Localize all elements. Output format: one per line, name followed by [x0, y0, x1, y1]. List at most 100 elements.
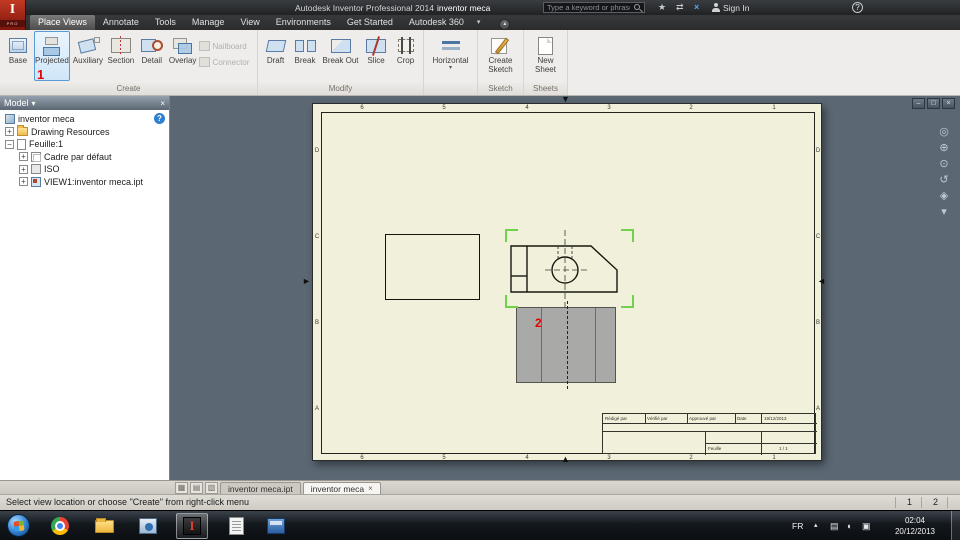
- show-desktop-button[interactable]: [951, 511, 960, 540]
- auxiliary-button[interactable]: Auxiliary: [72, 31, 104, 81]
- tab-place-views[interactable]: Place Views: [30, 15, 95, 30]
- hidden-icons-chevron-icon[interactable]: ▴: [814, 521, 818, 531]
- crop-button[interactable]: Crop: [392, 31, 419, 81]
- sign-in-button[interactable]: Sign In: [712, 2, 749, 13]
- ribbon-group-sheets: New Sheet Sheets: [524, 30, 568, 95]
- windows-flag-icon: [13, 520, 24, 531]
- orbit-icon[interactable]: ↺: [939, 175, 948, 186]
- expand-plus-icon[interactable]: +: [19, 177, 28, 187]
- chevron-down-icon[interactable]: ▾: [472, 15, 486, 30]
- tab-tools[interactable]: Tools: [147, 15, 184, 30]
- draft-button[interactable]: Draft: [262, 31, 289, 81]
- expand-plus-icon[interactable]: +: [19, 152, 28, 162]
- title-block: Rédigé par Vérifié par Approuvé par Date…: [602, 413, 817, 455]
- doc-restore-icon[interactable]: □: [927, 98, 940, 109]
- break-button[interactable]: Break: [291, 31, 319, 81]
- ribbon-minimize-icon[interactable]: ▴: [499, 19, 511, 30]
- slice-icon: [363, 36, 389, 56]
- base-button[interactable]: Base: [4, 31, 32, 81]
- zoom-icon[interactable]: ⊙: [939, 159, 948, 170]
- search-input[interactable]: [543, 2, 645, 13]
- slice-button[interactable]: Slice: [362, 31, 390, 81]
- folder-icon: [17, 125, 28, 137]
- tab-get-started[interactable]: Get Started: [339, 15, 401, 30]
- horizontal-button[interactable]: Horizontal ▾: [428, 31, 473, 81]
- start-button[interactable]: [7, 514, 30, 537]
- new-sheet-button[interactable]: New Sheet: [528, 31, 563, 81]
- expand-plus-icon[interactable]: +: [19, 164, 28, 174]
- tree-item-drawing-resources[interactable]: + Drawing Resources: [0, 125, 169, 139]
- doc-close-icon[interactable]: ×: [942, 98, 955, 109]
- favorites-star-icon[interactable]: ★: [658, 2, 666, 13]
- overlay-button[interactable]: Overlay: [168, 31, 198, 81]
- browser-title: Model: [4, 98, 29, 108]
- detail-button[interactable]: Detail: [138, 31, 166, 81]
- title-block-label: Rédigé par: [605, 416, 628, 421]
- browser-close-icon[interactable]: ×: [160, 99, 165, 108]
- break-out-button[interactable]: Break Out: [321, 31, 360, 81]
- tile-views-icon[interactable]: ▤: [190, 482, 203, 494]
- taskbar-window-button[interactable]: [260, 513, 292, 539]
- tab-annotate[interactable]: Annotate: [95, 15, 147, 30]
- title-block-label: Approuvé par: [689, 416, 717, 421]
- model-browser-panel: Model ▾ × ? inventor meca + Drawing Reso…: [0, 96, 170, 480]
- projected-view-preview[interactable]: [516, 307, 616, 383]
- app-logo: I PRO: [0, 0, 26, 30]
- doc-minimize-icon[interactable]: –: [912, 98, 925, 109]
- pan-icon[interactable]: ⊕: [939, 143, 948, 154]
- zone-label: D: [314, 148, 320, 154]
- collapse-minus-icon[interactable]: −: [5, 139, 14, 149]
- tree-item-view1[interactable]: + VIEW1:inventor meca.ipt: [0, 176, 169, 189]
- front-view-drawing[interactable]: [501, 228, 636, 312]
- taskbar-media-button[interactable]: [132, 513, 164, 539]
- language-indicator[interactable]: FR: [792, 521, 803, 531]
- browser-help-icon[interactable]: ?: [154, 113, 165, 124]
- steering-wheel-icon[interactable]: ◎: [939, 127, 949, 138]
- tray-icon-2[interactable]: ◖: [846, 521, 851, 531]
- tab-view[interactable]: View: [232, 15, 267, 30]
- title-block-icon: [31, 164, 41, 175]
- selection-bracket-icon: [505, 295, 518, 308]
- tab-environments[interactable]: Environments: [268, 15, 339, 30]
- look-at-icon[interactable]: ◈: [940, 191, 948, 202]
- nailboard-icon: [198, 41, 210, 51]
- tab-manage[interactable]: Manage: [184, 15, 233, 30]
- search-icon[interactable]: [634, 4, 640, 10]
- tree-item-document[interactable]: inventor meca: [0, 113, 169, 126]
- tree-item-iso[interactable]: + ISO: [0, 163, 169, 176]
- cascade-views-icon[interactable]: ▧: [205, 482, 218, 494]
- status-bar: Select view location or choose "Create" …: [0, 494, 960, 510]
- dropdown-icon[interactable]: ▾: [429, 65, 472, 71]
- taskbar-explorer-button[interactable]: [88, 513, 120, 539]
- exchange-icon[interactable]: ⇄: [676, 2, 684, 13]
- nailboard-button: Nailboard: [198, 38, 254, 54]
- drawing-sheet[interactable]: 6 5 4 3 2 1 6 5 4 3 2 1 D C B A D C B A …: [302, 95, 826, 464]
- taskbar-clock[interactable]: 02:04 20/12/2013: [886, 515, 944, 537]
- taskbar-inventor-button[interactable]: I: [176, 513, 208, 539]
- tab-autodesk-360[interactable]: Autodesk 360: [401, 15, 472, 30]
- model-tree: inventor meca + Drawing Resources − Feui…: [0, 110, 169, 188]
- center-mark-bottom-icon: ▲: [561, 454, 570, 464]
- tray-volume-icon[interactable]: ▣: [862, 521, 871, 531]
- taskbar-document-button[interactable]: [220, 513, 252, 539]
- media-player-icon: [139, 518, 157, 534]
- arrange-views-icon[interactable]: ▦: [175, 482, 188, 494]
- inventor-icon: I: [183, 517, 201, 535]
- taskbar-chrome-button[interactable]: [44, 513, 76, 539]
- help-icon[interactable]: ?: [852, 2, 863, 13]
- selection-bracket-icon: [621, 229, 634, 242]
- zone-label: 2: [689, 455, 693, 461]
- tray-icon-1[interactable]: ▤: [830, 521, 839, 531]
- title-block-label: Feuille: [708, 446, 722, 451]
- tree-item-default-border[interactable]: + Cadre par défaut: [0, 151, 169, 164]
- browser-dropdown-icon[interactable]: ▾: [32, 99, 36, 108]
- tree-item-sheet[interactable]: − Feuille:1: [0, 138, 169, 151]
- section-button[interactable]: Section: [106, 31, 136, 81]
- rectangle-view[interactable]: [385, 234, 480, 300]
- infocenter-x-icon[interactable]: ×: [694, 2, 699, 13]
- create-sketch-button[interactable]: Create Sketch: [482, 31, 519, 81]
- center-mark-top-icon: ▼: [561, 94, 570, 104]
- expand-plus-icon[interactable]: +: [5, 127, 14, 137]
- browser-header[interactable]: Model ▾ ×: [0, 96, 169, 110]
- navbar-more-icon[interactable]: ▾: [941, 207, 947, 218]
